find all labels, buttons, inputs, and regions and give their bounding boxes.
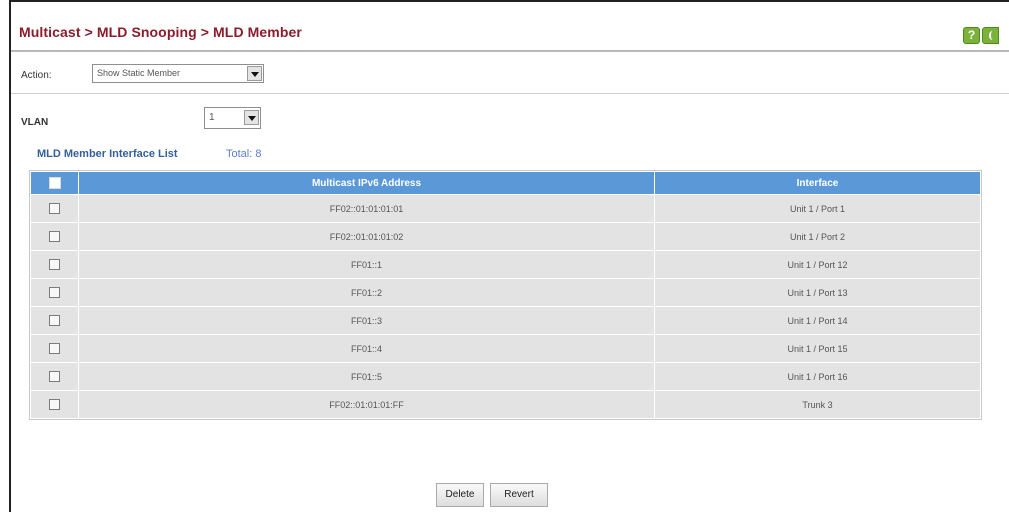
multicast-address-column-header: Multicast IPv6 Address <box>79 172 654 194</box>
interface-cell: Unit 1 / Port 14 <box>655 307 980 334</box>
row-check-cell <box>31 279 78 306</box>
multicast-address-cell: FF02::01:01:01:02 <box>79 223 654 250</box>
member-list-title: MLD Member Interface List <box>37 148 178 160</box>
form-actions: Delete Revert <box>436 483 606 507</box>
table-row: FF02::01:01:01:01 Unit 1 / Port 1 <box>31 195 980 222</box>
interface-cell: Unit 1 / Port 13 <box>655 279 980 306</box>
multicast-address-cell: FF02::01:01:01:FF <box>79 391 654 418</box>
mld-member-table: Multicast IPv6 Address Interface FF02::0… <box>29 170 982 420</box>
table-row: FF02::01:01:01:02 Unit 1 / Port 2 <box>31 223 980 250</box>
multicast-address-cell: FF01::2 <box>79 279 654 306</box>
row-check-cell <box>31 195 78 222</box>
table-header-row: Multicast IPv6 Address Interface <box>31 172 980 194</box>
row-check-cell <box>31 363 78 390</box>
multicast-address-cell: FF01::3 <box>79 307 654 334</box>
question-help-icon[interactable]: ? <box>963 27 980 44</box>
table-row: FF02::01:01:01:FF Trunk 3 <box>31 391 980 418</box>
breadcrumb: Multicast > MLD Snooping > MLD Member <box>19 24 302 40</box>
vlan-select[interactable]: 1 <box>204 107 261 129</box>
row-checkbox[interactable] <box>49 315 60 327</box>
select-all-checkbox[interactable] <box>48 177 61 189</box>
delete-button[interactable]: Delete <box>436 483 484 507</box>
chevron-down-icon[interactable] <box>247 66 262 81</box>
application-frame: Multicast > MLD Snooping > MLD Member ? … <box>9 0 1009 512</box>
row-checkbox[interactable] <box>49 371 60 383</box>
row-check-cell <box>31 307 78 334</box>
select-all-column <box>31 172 78 194</box>
title-bar: Multicast > MLD Snooping > MLD Member ? <box>11 2 1009 52</box>
multicast-address-cell: FF01::4 <box>79 335 654 362</box>
row-checkbox[interactable] <box>49 287 60 299</box>
row-check-cell <box>31 335 78 362</box>
row-checkbox[interactable] <box>49 343 60 355</box>
row-check-cell <box>31 391 78 418</box>
multicast-address-cell: FF02::01:01:01:01 <box>79 195 654 222</box>
table-row: FF01::4 Unit 1 / Port 15 <box>31 335 980 362</box>
multicast-address-cell: FF01::1 <box>79 251 654 278</box>
vlan-selected-value: 1 <box>209 112 215 123</box>
vlan-label: VLAN <box>21 117 49 128</box>
table-row: FF01::1 Unit 1 / Port 12 <box>31 251 980 278</box>
green-toolbar-icon[interactable] <box>982 27 999 44</box>
row-check-cell <box>31 251 78 278</box>
interface-cell: Trunk 3 <box>655 391 980 418</box>
action-selected-value: Show Static Member <box>97 68 181 78</box>
table-row: FF01::5 Unit 1 / Port 16 <box>31 363 980 390</box>
chevron-down-icon[interactable] <box>244 110 259 125</box>
action-label: Action: <box>21 70 52 81</box>
revert-button[interactable]: Revert <box>490 483 548 507</box>
row-check-cell <box>31 223 78 250</box>
interface-cell: Unit 1 / Port 16 <box>655 363 980 390</box>
row-checkbox[interactable] <box>49 231 60 243</box>
table-row: FF01::2 Unit 1 / Port 13 <box>31 279 980 306</box>
interface-cell: Unit 1 / Port 15 <box>655 335 980 362</box>
row-checkbox[interactable] <box>49 259 60 271</box>
interface-cell: Unit 1 / Port 1 <box>655 195 980 222</box>
interface-cell: Unit 1 / Port 2 <box>655 223 980 250</box>
action-row: Action: Show Static Member <box>11 54 1009 94</box>
table-row: FF01::3 Unit 1 / Port 14 <box>31 307 980 334</box>
action-select[interactable]: Show Static Member <box>92 64 264 83</box>
multicast-address-cell: FF01::5 <box>79 363 654 390</box>
member-total-count: Total: 8 <box>226 148 262 160</box>
interface-cell: Unit 1 / Port 12 <box>655 251 980 278</box>
row-checkbox[interactable] <box>49 203 60 215</box>
interface-column-header: Interface <box>655 172 980 194</box>
row-checkbox[interactable] <box>49 399 60 411</box>
